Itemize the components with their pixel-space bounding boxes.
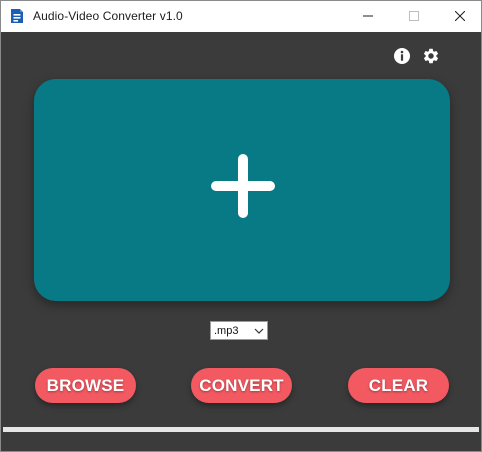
gear-icon[interactable]	[422, 47, 440, 65]
app-window: Audio-Video Converter v1.0 .mp3 BROWSE C…	[0, 0, 482, 452]
maximize-button[interactable]	[391, 1, 437, 32]
converter-app-icon	[10, 8, 24, 24]
progress-bar	[3, 427, 479, 432]
maximize-icon	[409, 8, 419, 26]
file-drop-zone[interactable]	[34, 79, 450, 301]
format-dropdown[interactable]: .mp3	[210, 321, 268, 340]
title-bar[interactable]: Audio-Video Converter v1.0	[1, 1, 481, 32]
window-title: Audio-Video Converter v1.0	[33, 9, 183, 23]
close-button[interactable]	[437, 1, 481, 32]
info-icon[interactable]	[393, 47, 411, 65]
minimize-icon	[363, 8, 373, 26]
browse-button[interactable]: BROWSE	[35, 368, 136, 403]
plus-icon	[211, 154, 275, 218]
progress-fill	[3, 427, 479, 432]
convert-button[interactable]: CONVERT	[191, 368, 292, 403]
close-icon	[454, 8, 466, 26]
chevron-down-icon	[251, 322, 267, 339]
main-panel: .mp3 BROWSE CONVERT CLEAR	[1, 32, 481, 451]
format-selected-value: .mp3	[214, 324, 239, 337]
minimize-button[interactable]	[345, 1, 391, 32]
clear-button[interactable]: CLEAR	[348, 368, 449, 403]
